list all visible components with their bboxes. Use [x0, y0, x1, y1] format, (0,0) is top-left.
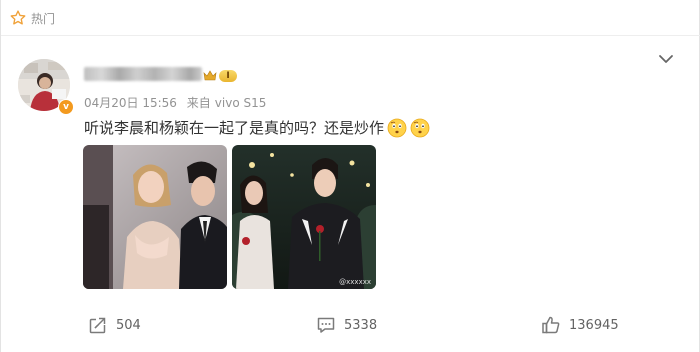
verified-v-icon: v [58, 99, 74, 115]
post-text: 听说李晨和杨颖在一起了是真的吗？还是炒作 [84, 117, 430, 138]
repost-icon [89, 317, 108, 334]
comment-icon [317, 317, 335, 333]
source-prefix: 来自 [186, 96, 211, 110]
photo-1 [83, 145, 227, 289]
level-badge: I [219, 69, 237, 82]
like-button[interactable]: 136945 [541, 315, 619, 335]
like-count: 136945 [569, 317, 619, 333]
card-header: 热门 [1, 0, 700, 36]
post-date[interactable]: 04月20日 15:56 [84, 96, 177, 110]
author-name[interactable] [84, 66, 202, 82]
hot-tag[interactable]: 热门 [9, 9, 55, 27]
thumbs-up-icon [542, 316, 560, 334]
post-text-body: 听说李晨和杨颖在一起了是真的吗？还是炒作 [84, 119, 385, 137]
crown-icon [203, 70, 217, 81]
hot-tag-label: 热门 [31, 11, 56, 26]
post-meta: 04月20日 15:56 来自 vivo S15 [84, 94, 272, 111]
star-outline-icon [10, 10, 26, 25]
post-card: 热门 v I 04月20日 15:56 来自 vivo S15 听说李晨和杨颖在… [0, 0, 700, 352]
comment-count: 5338 [344, 317, 378, 333]
thinking-face-emoji [410, 118, 430, 137]
repost-count: 504 [116, 317, 141, 333]
level-badge-group[interactable]: I [203, 69, 239, 82]
post-image-1[interactable] [83, 145, 227, 289]
thinking-face-emoji [387, 118, 407, 137]
repost-button[interactable]: 504 [88, 315, 141, 335]
post-image-2[interactable]: @xxxxxx [232, 145, 376, 289]
photo-2 [232, 145, 376, 289]
chevron-down-icon[interactable] [658, 53, 674, 65]
post-source: vivo S15 [214, 96, 267, 110]
comment-button[interactable]: 5338 [316, 315, 377, 335]
author-name-blurred [84, 67, 202, 81]
image-watermark: @xxxxxx [339, 278, 371, 286]
